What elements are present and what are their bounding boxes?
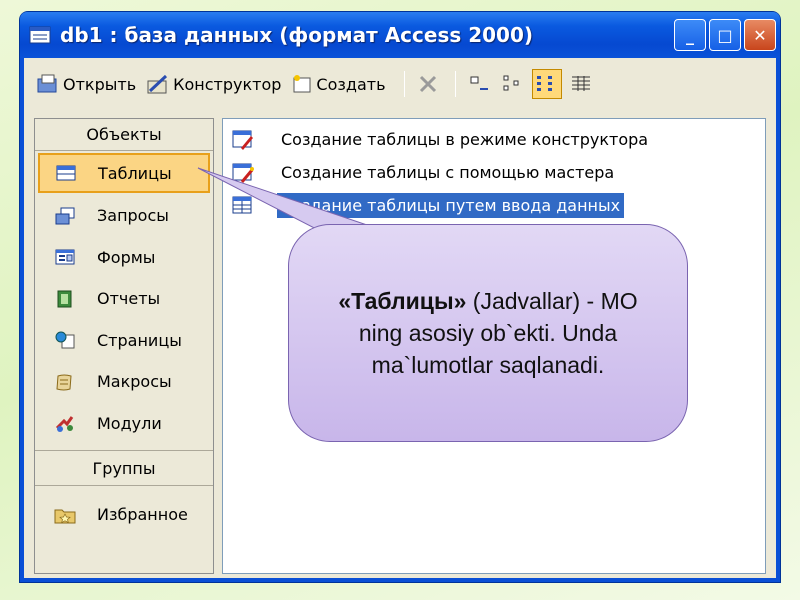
callout-note: «Таблицы» (Jadvallar) - MO ning asosiy o… — [288, 224, 688, 442]
callout-text: «Таблицы» (Jadvallar) - MO ning asosiy o… — [317, 285, 659, 382]
callout-title: «Таблицы» — [338, 287, 467, 314]
